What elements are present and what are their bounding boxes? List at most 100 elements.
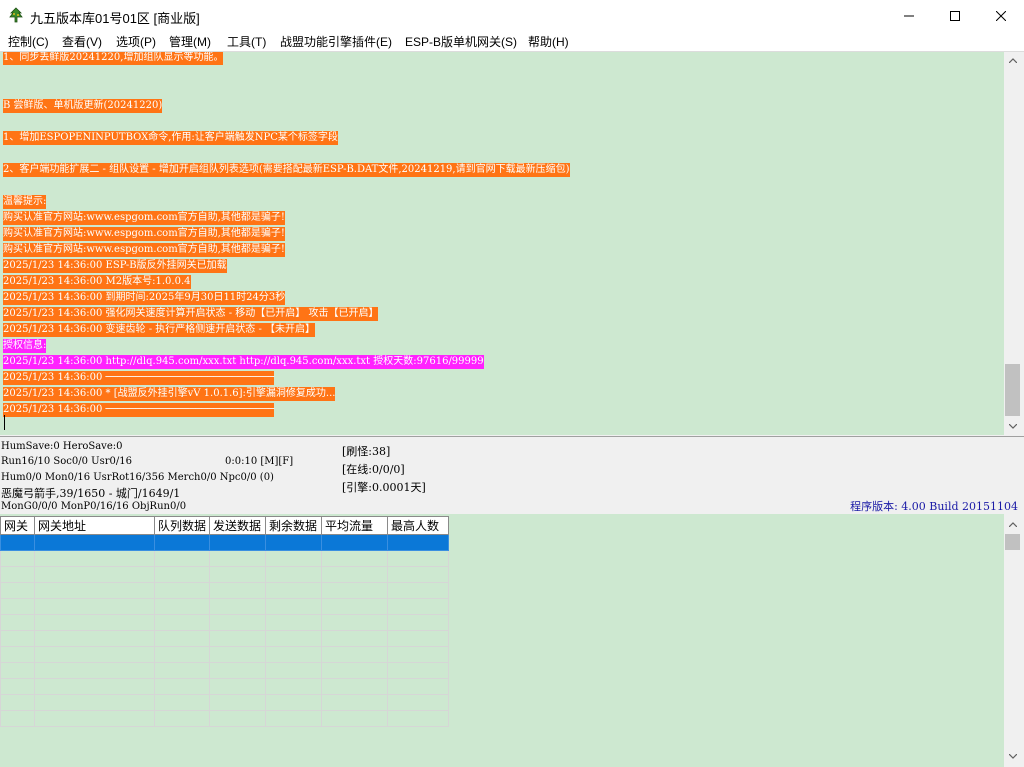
col-queue-data[interactable]: 队列数据 <box>153 516 211 535</box>
table-cell <box>34 646 155 663</box>
minimize-button[interactable] <box>886 0 932 31</box>
menu-gateway[interactable]: ESP-B版单机网关(S) <box>405 33 517 50</box>
chevron-down-icon <box>1008 424 1017 429</box>
menu-view[interactable]: 查看(V) <box>62 33 102 50</box>
table-cell <box>153 694 211 711</box>
table-cell <box>153 566 211 583</box>
maximize-button[interactable] <box>932 0 978 31</box>
table-row[interactable] <box>0 678 450 695</box>
log-output[interactable]: 1、同步丢鲜版20241220,增加组队显示等功能。 B 尝鲜版、单机版更新(20… <box>0 52 1004 435</box>
monster-info: 恶魔弓箭手,39/1650 - 城门/1649/1 <box>1 487 181 500</box>
table-cell <box>209 566 267 583</box>
table-cell <box>153 614 211 631</box>
table-cell <box>387 646 450 663</box>
table-cell <box>0 582 35 599</box>
log-line: 2025/1/23 14:36:00 ─────────────────────… <box>3 371 275 385</box>
table-cell <box>265 694 323 711</box>
table-cell <box>387 598 450 615</box>
table-cell <box>34 678 155 695</box>
grid-scroll-thumb[interactable] <box>1005 534 1020 550</box>
table-cell <box>209 598 267 615</box>
table-cell <box>0 710 35 727</box>
table-cell <box>209 534 267 551</box>
table-row[interactable] <box>0 566 450 583</box>
chevron-down-icon <box>1008 754 1017 759</box>
grid-scroll-up-button[interactable] <box>1004 516 1021 533</box>
table-cell <box>209 646 267 663</box>
tree-icon <box>9 7 23 23</box>
table-cell <box>209 662 267 679</box>
table-cell <box>34 710 155 727</box>
table-cell <box>0 678 35 695</box>
col-gateway-address[interactable]: 网关地址 <box>34 516 155 535</box>
col-remaining-data[interactable]: 剩余数据 <box>265 516 323 535</box>
menu-engine-plugin[interactable]: 战盟功能引擎插件(E) <box>280 33 392 50</box>
col-max-users[interactable]: 最高人数 <box>387 516 450 535</box>
log-line: 温馨提示: <box>3 195 47 209</box>
table-cell <box>153 534 211 551</box>
scroll-down-button[interactable] <box>1004 418 1021 435</box>
table-cell <box>209 614 267 631</box>
menu-options[interactable]: 选项(P) <box>116 33 156 50</box>
save-stats: HumSave:0 HeroSave:0 <box>1 441 123 452</box>
table-cell <box>34 694 155 711</box>
table-row[interactable] <box>0 534 450 551</box>
table-row[interactable] <box>0 550 450 567</box>
table-cell <box>387 566 450 583</box>
table-cell <box>265 598 323 615</box>
table-cell <box>0 646 35 663</box>
table-row[interactable] <box>0 694 450 711</box>
table-cell <box>209 710 267 727</box>
table-cell <box>321 662 389 679</box>
run-timer: 0:0:10 [M][F] <box>225 456 294 467</box>
table-cell <box>265 630 323 647</box>
table-cell <box>34 566 155 583</box>
col-gateway[interactable]: 网关 <box>0 516 35 535</box>
run-stats: Run16/10 Soc0/0 Usr0/16 <box>1 456 132 467</box>
table-cell <box>209 630 267 647</box>
scroll-up-button[interactable] <box>1004 52 1021 69</box>
log-line: B 尝鲜版、单机版更新(20241220) <box>3 99 163 113</box>
grid-scrollbar[interactable] <box>1004 514 1021 767</box>
table-row[interactable] <box>0 646 450 663</box>
table-row[interactable] <box>0 662 450 679</box>
menu-control[interactable]: 控制(C) <box>8 33 49 50</box>
table-row[interactable] <box>0 598 450 615</box>
gateway-table[interactable]: 网关 网关地址 队列数据 发送数据 剩余数据 平均流量 最高人数 <box>0 516 450 727</box>
col-average-traffic[interactable]: 平均流量 <box>321 516 389 535</box>
table-row[interactable] <box>0 630 450 647</box>
log-scrollbar[interactable] <box>1004 52 1021 435</box>
table-cell <box>265 566 323 583</box>
table-row[interactable] <box>0 710 450 727</box>
log-line: 2、客户端功能扩展二 - 组队设置 - 增加开启组队列表选项(需要搭配最新ESP… <box>3 163 570 177</box>
table-cell <box>387 614 450 631</box>
log-scroll-thumb[interactable] <box>1005 364 1020 416</box>
menu-tools[interactable]: 工具(T) <box>227 33 266 50</box>
log-line: 购买认准官方网站:www.espgom.com官方自助,其他都是骗子! <box>3 243 285 257</box>
table-cell <box>0 630 35 647</box>
table-cell <box>153 630 211 647</box>
table-cell <box>321 630 389 647</box>
table-cell <box>321 646 389 663</box>
table-cell <box>153 550 211 567</box>
table-cell <box>321 678 389 695</box>
table-cell <box>265 662 323 679</box>
table-cell <box>265 550 323 567</box>
col-sent-data[interactable]: 发送数据 <box>209 516 267 535</box>
table-cell <box>0 534 35 551</box>
menu-help[interactable]: 帮助(H) <box>528 33 569 50</box>
table-cell <box>209 582 267 599</box>
close-button[interactable] <box>978 0 1024 31</box>
table-cell <box>265 614 323 631</box>
table-cell <box>321 710 389 727</box>
table-row[interactable] <box>0 614 450 631</box>
window-title: 九五版本库01号01区 [商业版] <box>30 11 200 26</box>
table-cell <box>153 582 211 599</box>
title-bar[interactable]: 九五版本库01号01区 [商业版] <box>0 0 1024 31</box>
grid-scroll-down-button[interactable] <box>1004 748 1021 765</box>
table-cell <box>265 646 323 663</box>
table-row[interactable] <box>0 582 450 599</box>
table-cell <box>209 694 267 711</box>
table-cell <box>153 598 211 615</box>
menu-manage[interactable]: 管理(M) <box>169 33 211 50</box>
